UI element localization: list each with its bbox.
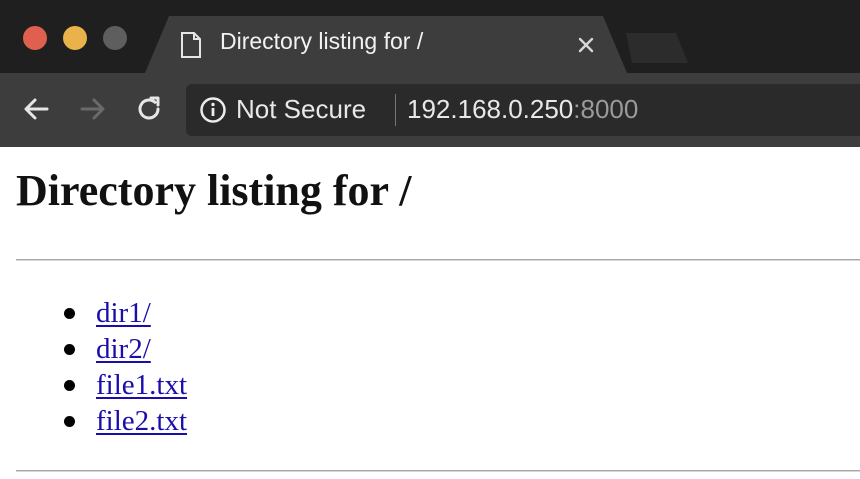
address-bar-divider (395, 94, 396, 126)
url-text[interactable]: 192.168.0.250:8000 (407, 94, 638, 125)
window-minimize-button[interactable] (63, 26, 87, 50)
entry-link-dir1[interactable]: dir1/ (96, 295, 151, 331)
entry-link-dir2[interactable]: dir2/ (96, 331, 151, 367)
entry-link-file1[interactable]: file1.txt (96, 367, 187, 403)
security-label[interactable]: Not Secure (236, 94, 366, 125)
top-divider (16, 259, 860, 261)
bullet-icon (64, 416, 75, 427)
bullet-icon (64, 308, 75, 319)
info-icon[interactable] (199, 96, 227, 124)
bullet-icon (64, 344, 75, 355)
page-content: Directory listing for / dir1/ dir2/ file… (0, 147, 860, 479)
window-zoom-button[interactable] (103, 26, 127, 50)
url-port: :8000 (573, 94, 639, 124)
url-host: 192.168.0.250 (407, 94, 574, 124)
entry-link-file2[interactable]: file2.txt (96, 403, 187, 439)
back-arrow-icon[interactable] (19, 92, 53, 126)
forward-arrow-icon[interactable] (76, 92, 110, 126)
page-title: Directory listing for / (16, 166, 412, 215)
tab-title: Directory listing for / (220, 28, 424, 54)
bottom-divider (16, 470, 860, 472)
browser-window: Directory listing for / Not Secure 192.1… (0, 0, 860, 479)
bullet-icon (64, 380, 75, 391)
document-icon (181, 32, 201, 58)
reload-icon[interactable] (132, 92, 166, 126)
window-close-button[interactable] (23, 26, 47, 50)
close-icon[interactable] (575, 34, 597, 56)
